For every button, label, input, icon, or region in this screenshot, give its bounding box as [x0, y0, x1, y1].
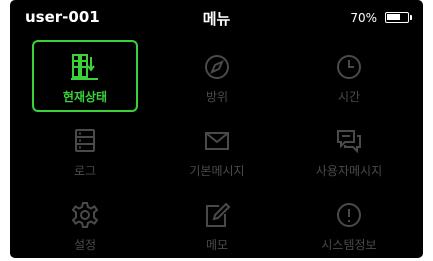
status-icon	[34, 52, 136, 82]
chat-icon	[298, 126, 400, 156]
menu-item-status[interactable]: 현재상태	[32, 40, 138, 112]
compass-icon	[166, 52, 268, 82]
device-screen: user-001 메뉴 70% 현재상태 방위 시간 로그 기본메시지 사용자메…	[10, 0, 423, 258]
menu-item-system-info[interactable]: 시스템정보	[296, 188, 402, 258]
info-icon	[298, 200, 400, 230]
menu-item-label: 시간	[337, 90, 361, 104]
clock-icon	[298, 52, 400, 82]
menu-item-label: 사용자메시지	[315, 164, 383, 178]
menu-item-default-message[interactable]: 기본메시지	[164, 114, 270, 186]
menu-grid: 현재상태 방위 시간 로그 기본메시지 사용자메시지 설정 메모 시스템정보	[10, 34, 423, 258]
battery-level-fill	[387, 14, 400, 20]
gear-icon	[34, 200, 136, 230]
menu-item-bearing[interactable]: 방위	[164, 40, 270, 112]
status-bar: user-001 메뉴 70%	[10, 0, 423, 34]
memo-icon	[166, 200, 268, 230]
menu-item-settings[interactable]: 설정	[32, 188, 138, 258]
menu-item-log[interactable]: 로그	[32, 114, 138, 186]
battery-percent: 70%	[350, 11, 377, 25]
battery-tip	[410, 15, 412, 20]
menu-item-time[interactable]: 시간	[296, 40, 402, 112]
battery-icon	[385, 12, 409, 23]
menu-item-user-message[interactable]: 사용자메시지	[296, 114, 402, 186]
menu-item-memo[interactable]: 메모	[164, 188, 270, 258]
menu-item-label: 시스템정보	[321, 238, 377, 252]
envelope-icon	[166, 126, 268, 156]
log-icon	[34, 126, 136, 156]
